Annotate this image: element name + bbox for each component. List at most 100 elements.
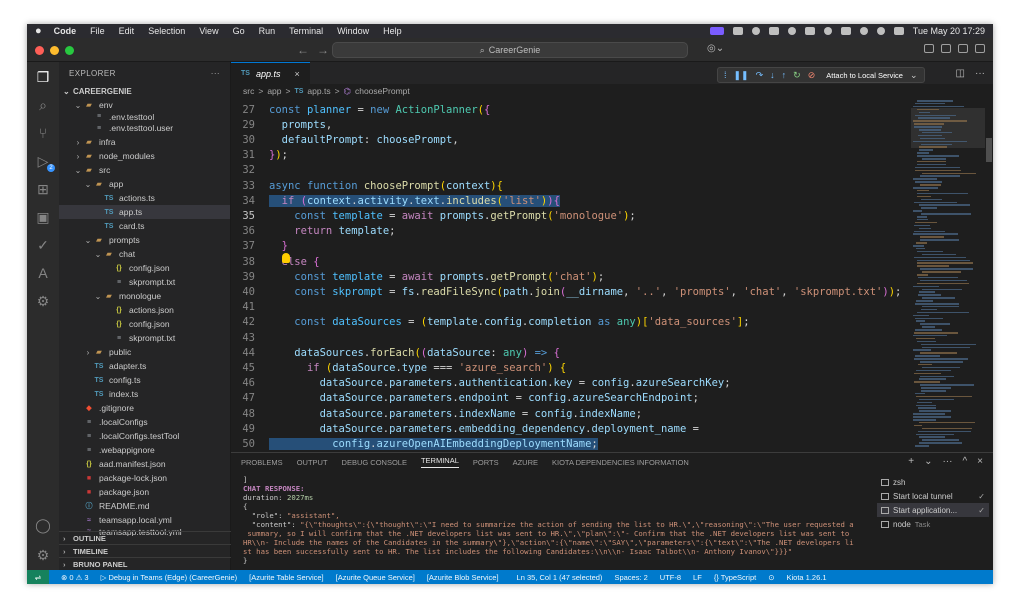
code-line[interactable]: 50 config.azureOpenAIEmbeddingDeployment…: [231, 436, 911, 451]
tree-item[interactable]: {} config.json: [59, 261, 230, 275]
status-item[interactable]: LF: [693, 573, 702, 582]
tree-item[interactable]: ◆ .gitignore: [59, 401, 230, 415]
azure-icon[interactable]: A: [34, 264, 52, 282]
code-line[interactable]: 40 const skprompt = fs.readFileSync(path…: [231, 284, 911, 299]
attach-target-select[interactable]: Attach to Local Service: [826, 71, 903, 80]
status-item[interactable]: {} TypeScript: [714, 573, 756, 582]
maximize-panel-icon[interactable]: ^: [962, 456, 967, 467]
menu-selection[interactable]: Selection: [148, 26, 185, 36]
extensions-icon[interactable]: ⊞: [34, 180, 52, 198]
step-over-icon[interactable]: ↷: [756, 70, 764, 81]
manage-gear-icon[interactable]: ⚙: [34, 546, 52, 564]
status-item[interactable]: ⊗ 0 ⚠ 3: [61, 573, 89, 582]
status-item[interactable]: [Azurite Table Service]: [249, 573, 323, 582]
terminal-list-item[interactable]: Start application... ✓: [877, 503, 989, 517]
toggle-panel-icon[interactable]: [941, 44, 951, 53]
tab-output[interactable]: OUTPUT: [297, 458, 328, 467]
tree-item[interactable]: TS app.ts: [59, 205, 230, 219]
tree-item[interactable]: {} aad.manifest.json: [59, 457, 230, 471]
tree-item[interactable]: ≈ teamsapp.local.yml: [59, 513, 230, 527]
tree-item[interactable]: ≡ .webappignore: [59, 443, 230, 457]
minimap[interactable]: [911, 98, 985, 452]
code-line[interactable]: 46 dataSource.parameters.authentication.…: [231, 376, 911, 391]
step-into-icon[interactable]: ↓: [770, 70, 775, 80]
tree-item[interactable]: {} config.json: [59, 317, 230, 331]
tree-item[interactable]: ≡ .localConfigs.testTool: [59, 429, 230, 443]
minimize-window-button[interactable]: [50, 46, 59, 55]
status-item[interactable]: [Azurite Blob Service]: [427, 573, 499, 582]
tree-item[interactable]: ■ package-lock.json: [59, 471, 230, 485]
source-control-icon[interactable]: ⑂: [34, 124, 52, 142]
customize-layout-icon[interactable]: [975, 44, 985, 53]
tab-problems[interactable]: PROBLEMS: [241, 458, 283, 467]
status-item[interactable]: Ln 35, Col 1 (47 selected): [517, 573, 603, 582]
command-center-search[interactable]: ⌕ CareerGenie: [332, 42, 688, 58]
code-line[interactable]: 32: [231, 163, 911, 178]
run-debug-icon[interactable]: ▷ 2: [34, 152, 55, 172]
new-terminal-icon[interactable]: +: [908, 456, 914, 467]
tree-item[interactable]: ⌄ ▰ app: [59, 177, 230, 191]
code-editor[interactable]: 27 const planner = new ActionPlanner({29 …: [231, 98, 911, 452]
status-item[interactable]: ▷ Debug in Teams (Edge) (CareerGenie): [101, 573, 238, 582]
menu-help[interactable]: Help: [383, 26, 402, 36]
tree-item[interactable]: ⓘ README.md: [59, 499, 230, 513]
tree-item[interactable]: {} actions.json: [59, 303, 230, 317]
code-line[interactable]: 49 dataSource.parameters.embedding_depen…: [231, 421, 911, 436]
outline-section[interactable]: › OUTLINE: [59, 531, 231, 544]
code-line[interactable]: 43: [231, 330, 911, 345]
tree-item[interactable]: ■ package.json: [59, 485, 230, 499]
teams-toolkit-icon[interactable]: ⚙: [34, 292, 52, 310]
tree-item[interactable]: › ▰ public: [59, 345, 230, 359]
code-line[interactable]: 47 dataSource.parameters.endpoint = conf…: [231, 391, 911, 406]
code-line[interactable]: 37 }: [231, 239, 911, 254]
code-line[interactable]: 41: [231, 300, 911, 315]
tab-app-ts[interactable]: TS app.ts ×: [231, 62, 310, 84]
chevron-down-icon[interactable]: ⌄: [924, 456, 932, 467]
terminal-list-item[interactable]: Start local tunnel ✓: [877, 489, 989, 503]
search-icon[interactable]: ⌕: [34, 96, 52, 114]
breadcrumb-app[interactable]: app: [267, 86, 281, 96]
status-icon[interactable]: [787, 27, 796, 35]
control-center-icon[interactable]: [893, 27, 904, 35]
menu-window[interactable]: Window: [337, 26, 369, 36]
back-arrow-icon[interactable]: ←: [297, 43, 309, 57]
account-icon[interactable]: ◯: [34, 516, 52, 534]
tree-item[interactable]: ≡ skprompt.txt: [59, 331, 230, 345]
apple-icon[interactable]: ●: [35, 25, 42, 37]
tab-kiota-dependencies-information[interactable]: KIOTA DEPENDENCIES INFORMATION: [552, 458, 689, 467]
status-item[interactable]: Spaces: 2: [614, 573, 647, 582]
tree-item[interactable]: ⌄ ▰ monologue: [59, 289, 230, 303]
forward-arrow-icon[interactable]: →: [317, 43, 329, 57]
status-icon[interactable]: [768, 27, 779, 35]
close-panel-icon[interactable]: ×: [977, 456, 983, 467]
search-icon[interactable]: [876, 27, 885, 35]
close-window-button[interactable]: [35, 46, 44, 55]
code-line[interactable]: 38 else {: [231, 254, 911, 269]
remote-indicator-icon[interactable]: ⇌: [27, 570, 49, 584]
menu-edit[interactable]: Edit: [119, 26, 135, 36]
more-actions-icon[interactable]: ···: [211, 69, 220, 78]
bruno-panel-section[interactable]: › BRUNO PANEL: [59, 557, 231, 570]
tree-item[interactable]: › ▰ infra: [59, 135, 230, 149]
code-line[interactable]: 36 return template;: [231, 224, 911, 239]
menubar-clock[interactable]: Tue May 20 17:29: [913, 26, 985, 36]
code-line[interactable]: 30 defaultPrompt: choosePrompt,: [231, 132, 911, 147]
tree-item[interactable]: ⌄ ▰ src: [59, 163, 230, 177]
tree-item[interactable]: ≡ .localConfigs: [59, 415, 230, 429]
pause-icon[interactable]: ❚❚: [734, 70, 749, 81]
workspace-root[interactable]: ⌄ CAREERGENIE: [59, 84, 230, 98]
tab-ports[interactable]: PORTS: [473, 458, 499, 467]
menu-file[interactable]: File: [90, 26, 105, 36]
more-actions-icon[interactable]: ···: [942, 456, 952, 467]
disconnect-icon[interactable]: ⊘: [808, 70, 816, 81]
terminal-output[interactable]: ] CHAT RESPONSE: duration: 2027ms{ "role":…: [243, 475, 863, 567]
screen-record-icon[interactable]: [709, 27, 724, 35]
menu-code[interactable]: Code: [54, 26, 77, 36]
menu-run[interactable]: Run: [259, 26, 276, 36]
close-tab-icon[interactable]: ×: [294, 69, 299, 79]
wifi-icon[interactable]: [859, 27, 868, 35]
code-line[interactable]: 27 const planner = new ActionPlanner({: [231, 102, 911, 117]
tree-item[interactable]: ⌄ ▰ prompts: [59, 233, 230, 247]
code-line[interactable]: 31});: [231, 148, 911, 163]
tab-azure[interactable]: AZURE: [513, 458, 538, 467]
